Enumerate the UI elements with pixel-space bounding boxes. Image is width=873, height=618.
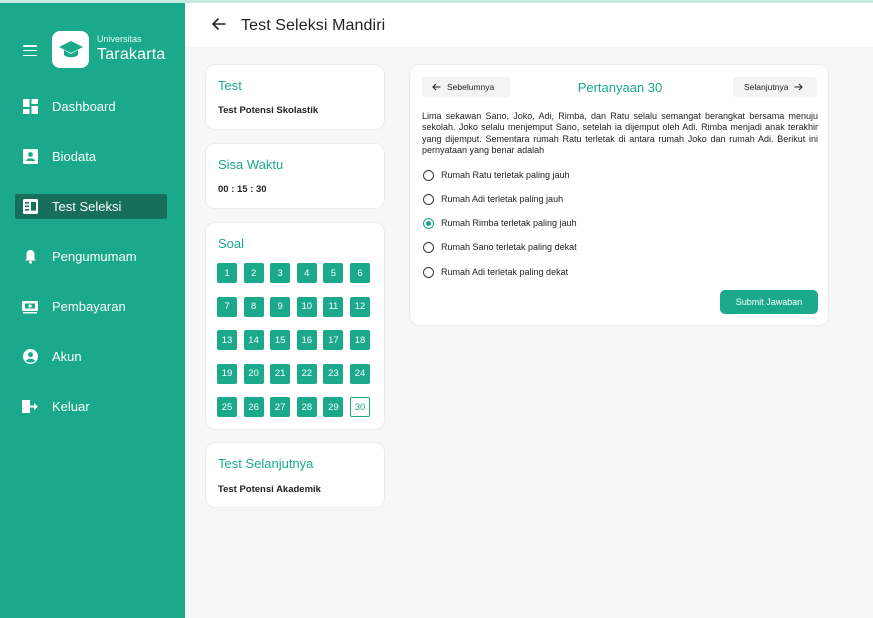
question-number-button[interactable]: 24	[350, 363, 370, 384]
next-button[interactable]: Selanjutnya	[733, 77, 817, 97]
payment-icon	[22, 299, 38, 315]
radio-button[interactable]	[423, 169, 434, 181]
question-number-button[interactable]: 8	[243, 296, 264, 317]
question-number-button[interactable]: 26	[243, 397, 264, 417]
answer-option-label: Rumah Adi terletak paling jauh	[441, 194, 564, 204]
test-sheet-icon	[22, 199, 38, 215]
question-number-button[interactable]: 7	[217, 296, 237, 317]
question-number-button[interactable]: 17	[323, 330, 344, 350]
submit-answer-button[interactable]: Submit Jawaban	[720, 290, 818, 314]
user-icon	[22, 349, 38, 365]
question-number-button[interactable]: 21	[270, 363, 291, 384]
page-header: Test Seleksi Mandiri	[185, 3, 873, 47]
test-card-title: Test	[218, 78, 242, 93]
dashboard-icon	[22, 99, 38, 115]
logout-icon	[22, 399, 38, 415]
question-number-button[interactable]: 4	[296, 263, 317, 283]
answer-option[interactable]: Rumah Ratu terletak paling jauh	[423, 168, 570, 182]
logo-title: Tarakarta	[97, 46, 166, 63]
timer-value: 00 : 15 : 30	[218, 184, 267, 195]
sidebar-item-label: Pembayaran	[52, 299, 126, 314]
timer-card: Sisa Waktu 00 : 15 : 30	[205, 143, 385, 209]
graduation-cap-icon	[58, 40, 83, 57]
next-test-title: Test Selanjutnya	[218, 456, 314, 471]
radio-button-selected[interactable]	[423, 217, 434, 229]
answer-option-label: Rumah Adi terletak paling dekat	[441, 267, 569, 277]
question-number-button[interactable]: 13	[217, 330, 237, 350]
question-number-button[interactable]: 11	[323, 296, 344, 317]
question-number-button[interactable]: 10	[296, 296, 317, 317]
next-test-value: Test Potensi Akademik	[218, 484, 321, 495]
question-number-button[interactable]: 16	[296, 330, 317, 350]
answer-option[interactable]: Rumah Adi terletak paling jauh	[423, 192, 563, 206]
page-title: Test Seleksi Mandiri	[241, 17, 386, 34]
question-number-button[interactable]: 22	[296, 363, 317, 384]
next-test-card: Test Selanjutnya Test Potensi Akademik	[205, 442, 385, 508]
question-number-button[interactable]: 9	[270, 296, 291, 317]
question-number-button[interactable]: 25	[217, 397, 237, 417]
sidebar-item-akun[interactable]: Akun	[15, 344, 167, 369]
id-card-icon	[22, 149, 38, 165]
question-number-button[interactable]: 15	[270, 330, 291, 350]
answer-option-label: Rumah Rimba terletak paling jauh	[441, 218, 577, 228]
question-number-button[interactable]: 23	[323, 363, 344, 384]
menu-icon[interactable]	[23, 45, 37, 57]
radio-button[interactable]	[423, 266, 434, 278]
sidebar-item-pembayaran[interactable]: Pembayaran	[15, 294, 167, 319]
test-card-value: Test Potensi Skolastik	[218, 105, 319, 116]
sidebar-item-dashboard[interactable]: Dashboard	[15, 94, 167, 119]
question-panel: Sebelumnya Pertanyaan 30 Selanjutnya Lim…	[409, 64, 829, 326]
arrow-right-icon	[794, 83, 804, 91]
answer-option[interactable]: Rumah Sano terletak paling dekat	[423, 240, 577, 254]
timer-card-title: Sisa Waktu	[218, 157, 284, 172]
radio-button[interactable]	[423, 193, 434, 205]
answer-option[interactable]: Rumah Adi terletak paling dekat	[423, 265, 568, 279]
logo-subtitle: Universitas	[97, 34, 142, 44]
sidebar-item-keluar[interactable]: Keluar	[15, 394, 167, 419]
logo	[52, 31, 89, 68]
sidebar-item-label: Biodata	[52, 149, 97, 164]
question-list-card: Soal 1 2 3 4 5 6 7 8 9 10 11 12 13 14 15 16 17 18 19 20 21 22…	[205, 222, 385, 430]
question-number-button[interactable]: 27	[270, 397, 291, 417]
answer-option[interactable]: Rumah Rimba terletak paling jauh	[423, 216, 577, 230]
sidebar-item-label: Dashboard	[52, 99, 116, 114]
answer-option-label: Rumah Ratu terletak paling jauh	[441, 170, 570, 180]
question-number-button[interactable]: 5	[323, 263, 344, 283]
question-number-button[interactable]: 30	[350, 397, 370, 417]
test-card: Test Test Potensi Skolastik	[205, 64, 385, 130]
question-number-button[interactable]: 6	[350, 263, 370, 283]
question-text: Lima sekawan Sano, Joko, Adi, Rimba, dan…	[422, 111, 818, 155]
sidebar: Universitas Tarakarta Dashboard Biodata …	[0, 3, 185, 618]
question-number-button[interactable]: 20	[243, 363, 264, 384]
question-number-button[interactable]: 3	[270, 263, 291, 283]
sidebar-item-test-seleksi[interactable]: Test Seleksi	[15, 194, 167, 219]
sidebar-item-label: Pengumumam	[52, 249, 137, 264]
question-number-button[interactable]: 28	[296, 397, 317, 417]
question-number-button[interactable]: 1	[217, 263, 237, 283]
question-number-button[interactable]: 2	[243, 263, 264, 283]
sidebar-item-label: Keluar	[52, 399, 90, 414]
question-number-button[interactable]: 12	[350, 296, 370, 317]
sidebar-item-label: Akun	[52, 349, 82, 364]
sidebar-item-pengumuman[interactable]: Pengumumam	[15, 244, 167, 269]
question-list-title: Soal	[218, 236, 245, 251]
bell-icon	[22, 249, 38, 265]
question-number-button[interactable]: 19	[217, 363, 237, 384]
question-number-button[interactable]: 29	[323, 397, 344, 417]
back-arrow-icon[interactable]	[211, 16, 227, 32]
radio-button[interactable]	[423, 241, 434, 253]
answer-option-label: Rumah Sano terletak paling dekat	[441, 242, 577, 252]
next-button-label: Selanjutnya	[744, 82, 789, 92]
question-number-button[interactable]: 18	[350, 330, 370, 350]
question-number-button[interactable]: 14	[243, 330, 264, 350]
sidebar-item-biodata[interactable]: Biodata	[15, 144, 167, 169]
sidebar-item-label: Test Seleksi	[52, 199, 122, 214]
